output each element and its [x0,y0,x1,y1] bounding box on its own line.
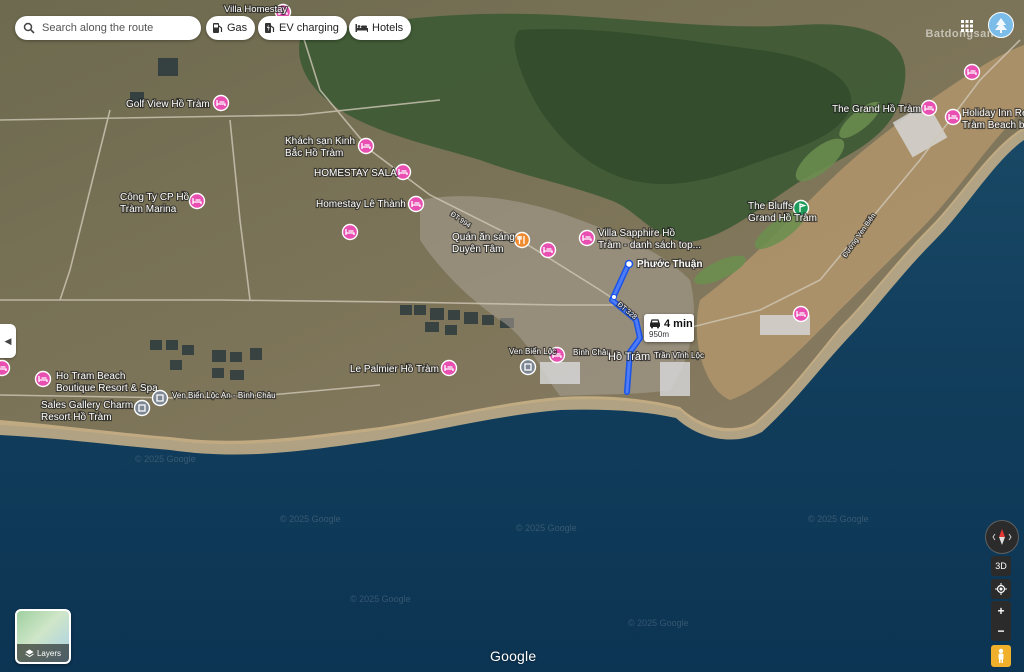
street-view-pegman[interactable] [991,645,1011,667]
search-input[interactable] [40,21,184,35]
my-location-icon [995,583,1007,595]
zoom-out-button[interactable]: − [991,621,1011,641]
apps-grid-icon [961,20,973,32]
copyright-text: © 2025 Google [808,514,869,524]
google-logo: Google [490,648,537,664]
hotel-pin-icon[interactable] [944,108,962,126]
map-place-label[interactable]: Trần Vĩnh Lộc [653,350,705,361]
map-place-label[interactable]: Bắc Hồ Tràm [284,145,345,160]
hotel-pin-icon[interactable] [34,370,52,388]
map-place-label[interactable]: Villa Sapphire Hồ [597,226,677,240]
search-icon [23,22,35,34]
apps-button[interactable] [956,15,978,37]
map-place-label[interactable]: HOMESTAY SALA [313,167,398,180]
hotel-pin-icon[interactable] [212,94,230,112]
layers-label: Layers [36,648,61,658]
map-place-label[interactable]: Tràm - danh sách top... [597,239,702,252]
copyright-text: © 2025 Google [135,454,196,464]
map-place-label[interactable]: Phước Thuận [636,258,704,271]
hotel-pin-icon[interactable] [440,359,458,377]
car-icon [650,319,660,329]
my-location-button[interactable] [991,579,1011,599]
chevron-left-icon: ◀ [4,335,12,346]
gas-station-icon [213,23,223,33]
hotel-pin-icon[interactable] [407,195,425,213]
copyright-text: © 2025 Google [516,523,577,533]
route-info-card[interactable]: 4 min 950m [644,314,694,342]
layers-icon [25,649,34,657]
copyright-text: © 2025 Google [280,514,341,524]
map-place-label[interactable]: Le Palmier Hồ Tràm [349,362,440,376]
bed-icon [355,24,368,32]
map-place-label[interactable]: The Bluffs [747,200,794,213]
hotel-pin-icon[interactable] [188,192,206,210]
tree-avatar-icon [995,18,1007,33]
place-pin-icon[interactable] [133,399,151,417]
3d-label: 3D [995,561,1007,571]
hotel-pin-icon[interactable] [0,359,11,377]
map-place-label[interactable]: Homestay Lê Thành [315,198,407,211]
hotel-pin-icon[interactable] [963,63,981,81]
zoom-in-button[interactable]: + [991,601,1011,621]
hotel-pin-icon[interactable] [578,229,596,247]
map-place-label[interactable]: Holiday Inn Re [961,107,1024,120]
3d-view-button[interactable]: 3D [991,556,1011,576]
pegman-icon [998,648,1004,663]
chip-ev-charging-label: EV charging [279,22,339,34]
hotel-pin-icon[interactable] [920,99,938,117]
map-place-label[interactable]: The Grand Hồ Tràm [831,102,922,116]
map-place-label[interactable]: Golf View Hồ Tràm [125,97,211,111]
map-place-label[interactable]: Boutique Resort & Spa [55,382,159,395]
chip-gas-label: Gas [227,22,248,34]
hotel-pin-icon[interactable] [341,223,359,241]
account-avatar[interactable] [988,12,1014,38]
ev-charging-icon [265,23,275,33]
copyright-text: © 2025 Google [350,594,411,604]
map-place-label[interactable]: Ho Tram Beach [55,370,127,383]
route-distance: 950m [649,330,670,339]
chip-gas[interactable]: Gas [206,16,256,40]
place-pin-icon[interactable] [519,358,537,376]
chip-hotels[interactable]: Hotels [349,16,412,40]
route-start-dot[interactable] [624,259,634,269]
route-time: 4 min [664,318,693,330]
search-along-route[interactable] [15,16,201,40]
compass-button[interactable] [985,520,1019,554]
layers-button[interactable]: Layers [15,609,71,664]
restaurant-pin-icon[interactable] [513,231,531,249]
compass-icon [992,529,1012,545]
zoom-controls: + − [991,601,1011,641]
layers-label-bar: Layers [17,644,69,662]
map-place-label[interactable]: Resort Hồ Tràm [40,410,113,424]
hotel-pin-icon[interactable] [539,241,557,259]
map-place-label[interactable]: Ven Biển Lộc An - Bình Châu [171,390,277,401]
map-place-label[interactable]: Bình Châu [572,347,612,358]
hotel-pin-icon[interactable] [394,163,412,181]
chip-hotels-label: Hotels [372,22,404,34]
map-place-label[interactable]: Tràm Marina [119,203,178,216]
chip-ev-charging[interactable]: EV charging [258,16,347,40]
place-pin-icon[interactable] [151,389,169,407]
map-place-label[interactable]: Sales Gallery Charm [40,399,134,412]
map-place-label[interactable]: Tràm Beach b [961,119,1024,132]
map-place-label[interactable]: Công Ty CP Hồ [119,190,191,204]
collapse-side-panel-button[interactable]: ◀ [0,324,16,358]
map-place-label[interactable]: Villa Homestay [223,3,289,16]
map-place-label[interactable]: Khách sạn Kinh [284,135,356,148]
route-waypoint-dot[interactable] [611,294,617,300]
map-place-label[interactable]: Duyên Tâm [451,243,505,256]
map-place-label[interactable]: Hồ Tràm [607,350,651,364]
map-place-label[interactable]: Ven Biển Lộc [508,346,557,357]
hotel-pin-icon[interactable] [357,137,375,155]
map-place-label[interactable]: Quán ăn sáng [451,231,516,244]
map-place-label[interactable]: Grand Hồ Tràm [747,211,818,225]
satellite-map[interactable]: Villa Homestay Golf View Hồ Tràm Khách sạn… [0,0,1024,672]
hotel-pin-icon[interactable] [792,305,810,323]
copyright-text: © 2025 Google [628,618,689,628]
